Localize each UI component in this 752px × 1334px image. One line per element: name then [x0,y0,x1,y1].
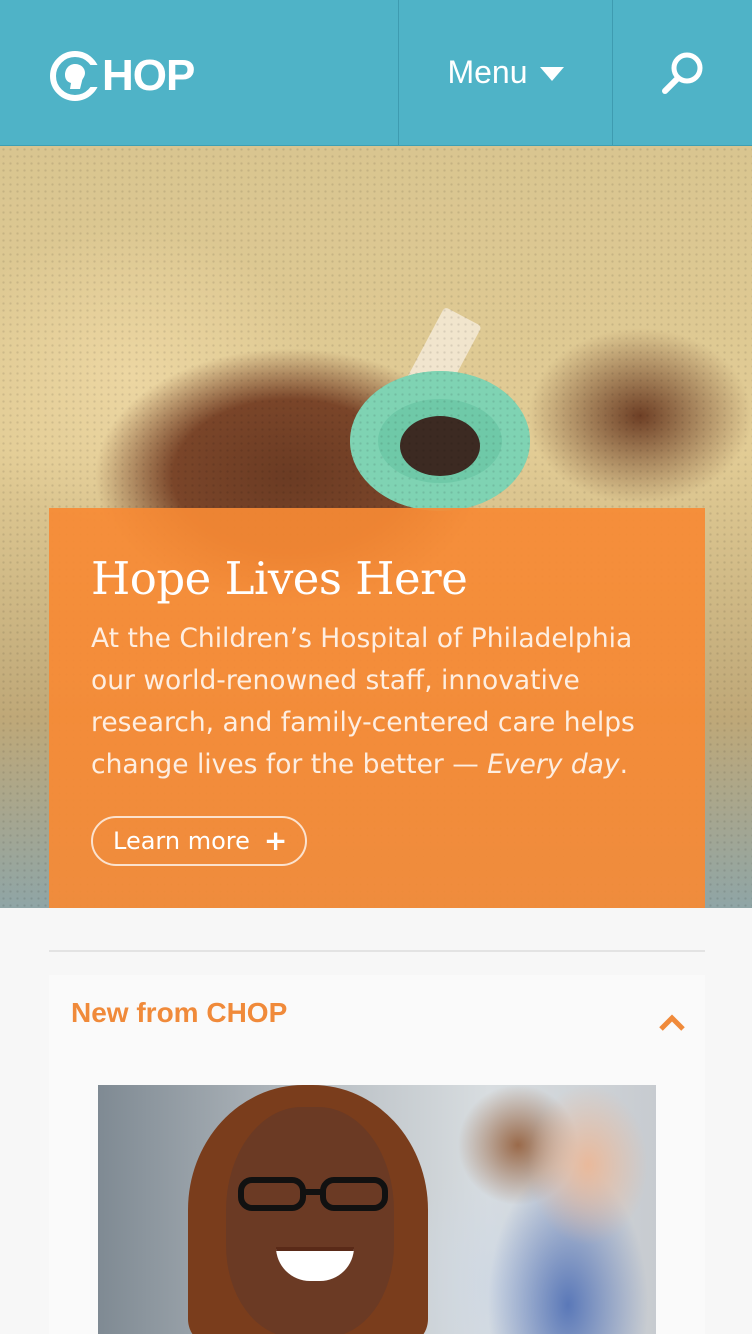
news-photo-glasses-bridge [303,1189,323,1195]
hero-title: Hope Lives Here [91,552,468,605]
section-divider [49,950,705,952]
search-icon [661,52,702,94]
logo-text: HOP [102,51,195,100]
hero-description-emphasis: Every day [487,749,620,780]
news-photo-glasses [320,1177,388,1211]
news-feature-image[interactable] [98,1085,656,1334]
news-photo-face [226,1107,394,1334]
chevron-up-icon[interactable] [657,1013,687,1033]
menu-button[interactable]: Menu [399,0,612,145]
site-header: HOP Menu [0,0,752,146]
search-button[interactable] [613,0,752,145]
chop-logo[interactable]: HOP [50,48,195,104]
hero-description: At the Children’s Hospital of Philadelph… [91,618,671,786]
chop-logo-mark-icon [50,51,100,101]
learn-more-label: Learn more [113,827,250,855]
caret-down-icon [539,66,564,81]
plus-icon: + [263,824,288,857]
news-section: New from CHOP [49,975,705,1334]
news-photo-glasses [238,1177,306,1211]
learn-more-button[interactable]: Learn more + [91,816,308,866]
menu-label: Menu [447,54,528,90]
hero-banner: Hope Lives Here At the Children’s Hospit… [0,146,752,908]
news-section-title[interactable]: New from CHOP [71,997,287,1029]
hero-card: Hope Lives Here At the Children’s Hospit… [49,508,705,908]
hero-description-end: . [619,749,629,780]
